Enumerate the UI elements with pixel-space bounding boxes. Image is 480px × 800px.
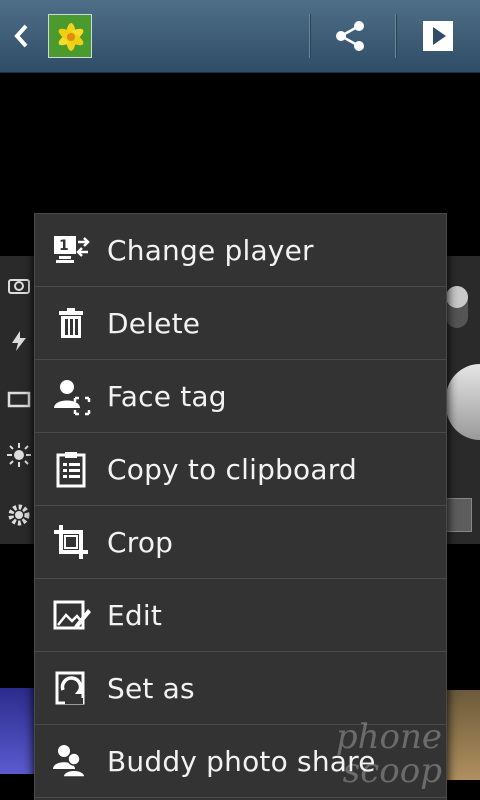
action-bar-divider (395, 14, 397, 58)
watermark-line2: scoop (342, 751, 442, 791)
camera-right-controls (444, 256, 480, 544)
menu-item-face-tag[interactable]: Face tag (35, 360, 446, 433)
flower-thumbnail-image (49, 15, 91, 57)
face-tag-icon (49, 374, 93, 418)
back-button[interactable] (4, 14, 40, 58)
flash-icon (12, 331, 26, 351)
settings-gear-icon (8, 504, 30, 526)
share-icon (336, 21, 364, 51)
change-player-icon: 1 (49, 228, 93, 272)
play-icon (423, 21, 453, 51)
menu-item-label: Delete (107, 306, 201, 340)
background-image-right (446, 690, 480, 780)
menu-item-label: Edit (107, 598, 163, 632)
menu-item-label: Change player (107, 233, 314, 267)
photo-thumbnail[interactable] (48, 14, 92, 58)
share-button[interactable] (328, 14, 372, 58)
menu-item-label: Set as (107, 671, 195, 705)
action-bar-divider (309, 14, 311, 58)
menu-item-label: Face tag (107, 379, 227, 413)
camera-left-icons (0, 256, 36, 544)
menu-item-set-as[interactable]: Set as (35, 652, 446, 725)
camera-mode-knob (446, 286, 468, 308)
edit-photo-icon (49, 593, 93, 637)
menu-item-copy-to-clipboard[interactable]: Copy to clipboard (35, 433, 446, 506)
svg-text:1: 1 (59, 238, 69, 254)
options-menu: 1 Change player Delete Face tag Copy to … (34, 213, 447, 800)
menu-item-label: Crop (107, 525, 174, 559)
crop-icon (49, 520, 93, 564)
menu-item-edit[interactable]: Edit (35, 579, 446, 652)
mode-icon (7, 391, 31, 408)
action-bar (0, 0, 480, 73)
set-as-icon (49, 666, 93, 710)
brightness-icon (7, 443, 31, 467)
last-photo-thumbnail (444, 498, 472, 532)
clipboard-icon (49, 447, 93, 491)
camera-switch-icon (8, 279, 30, 294)
buddy-share-icon (49, 739, 93, 783)
menu-item-delete[interactable]: Delete (35, 287, 446, 360)
menu-item-change-player[interactable]: 1 Change player (35, 214, 446, 287)
menu-item-label: Copy to clipboard (107, 452, 357, 486)
back-chevron-icon (14, 24, 28, 48)
trash-icon (49, 301, 93, 345)
shutter-button (446, 364, 480, 440)
watermark-logo: phone scoop (336, 720, 442, 788)
background-image-left (0, 688, 34, 774)
menu-item-crop[interactable]: Crop (35, 506, 446, 579)
gallery-screen: 1 Change player Delete Face tag Copy to … (0, 0, 480, 800)
watermark-line1: phone (335, 717, 442, 757)
slideshow-play-button[interactable] (418, 14, 458, 58)
